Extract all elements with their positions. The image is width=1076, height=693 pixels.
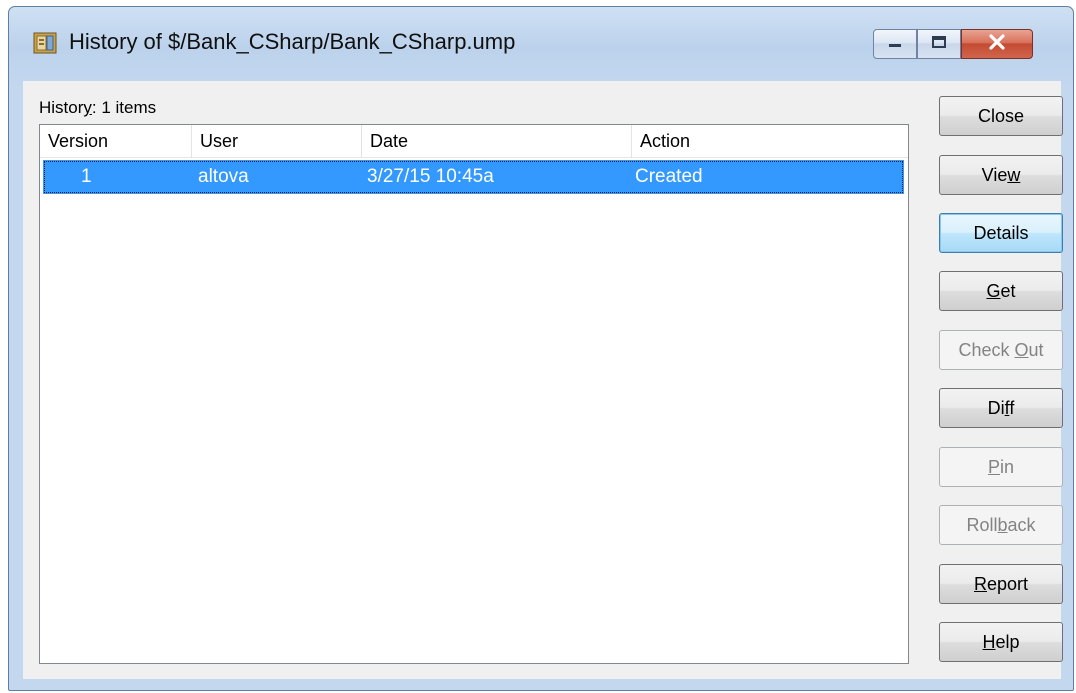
list-header: Version User Date Action bbox=[40, 125, 908, 158]
column-header-version[interactable]: Version bbox=[40, 125, 192, 157]
history-dialog: History of $/Bank_CSharp/Bank_CSharp.ump… bbox=[8, 6, 1074, 691]
maximize-button[interactable] bbox=[917, 29, 961, 59]
report-button[interactable]: Report bbox=[939, 564, 1063, 604]
cell-user: altova bbox=[198, 166, 249, 187]
view-button[interactable]: View bbox=[939, 155, 1063, 195]
rollback-button[interactable]: Rollback bbox=[939, 505, 1063, 545]
history-row[interactable]: 1 altova 3/27/15 10:45a Created bbox=[43, 160, 904, 194]
cell-version: 1 bbox=[81, 166, 92, 187]
maximize-icon bbox=[931, 35, 947, 54]
close-x-icon bbox=[988, 33, 1006, 55]
minimize-icon bbox=[887, 35, 903, 53]
details-button[interactable]: Details bbox=[939, 213, 1063, 253]
dialog-body: History: 1 items Version User Date Actio… bbox=[23, 81, 1063, 679]
close-button[interactable]: Close bbox=[939, 96, 1063, 136]
cell-action: Created bbox=[635, 166, 703, 187]
minimize-button[interactable] bbox=[873, 29, 917, 59]
column-header-date[interactable]: Date bbox=[362, 125, 632, 157]
title-bar[interactable]: History of $/Bank_CSharp/Bank_CSharp.ump bbox=[9, 7, 1073, 73]
history-list[interactable]: Version User Date Action 1 altova 3/27/1… bbox=[39, 124, 909, 664]
help-button[interactable]: Help bbox=[939, 622, 1063, 662]
column-header-action[interactable]: Action bbox=[632, 125, 908, 157]
pin-button[interactable]: Pin bbox=[939, 447, 1063, 487]
get-button[interactable]: Get bbox=[939, 271, 1063, 311]
history-count-label: History: 1 items bbox=[39, 98, 157, 117]
close-window-button[interactable] bbox=[961, 29, 1033, 59]
cell-date: 3/27/15 10:45a bbox=[367, 166, 494, 187]
source-control-app-icon bbox=[33, 31, 59, 55]
check-out-button[interactable]: Check Out bbox=[939, 330, 1063, 370]
window-title: History of $/Bank_CSharp/Bank_CSharp.ump bbox=[69, 29, 516, 54]
column-header-user[interactable]: User bbox=[192, 125, 362, 157]
diff-button[interactable]: Diff bbox=[939, 388, 1063, 428]
